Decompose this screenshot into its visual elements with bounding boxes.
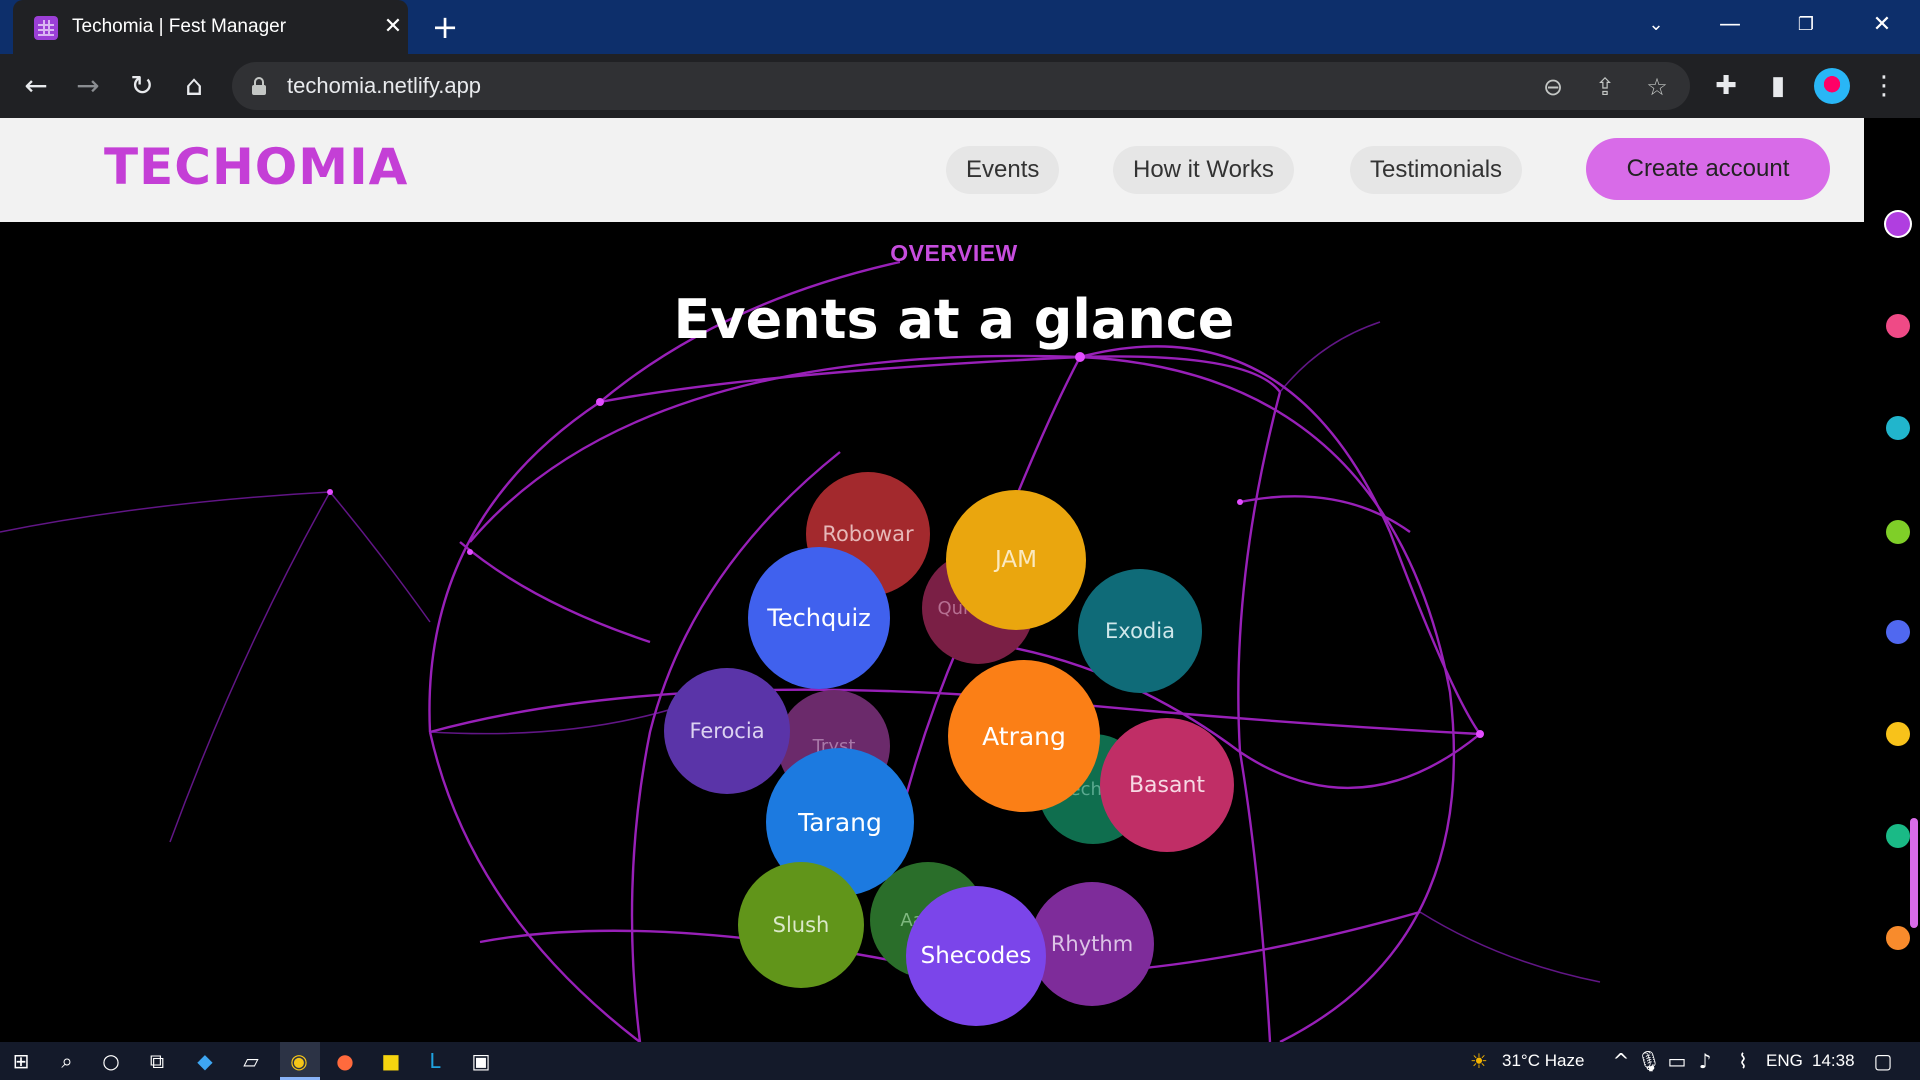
app-grid-icon[interactable]: ▣ <box>466 1046 496 1076</box>
section-navigator <box>1864 118 1920 1042</box>
scrollbar-thumb[interactable] <box>1910 818 1918 928</box>
chrome-icon[interactable]: ◉ <box>284 1046 314 1076</box>
microphone-icon[interactable]: 🎙 <box>1634 1046 1664 1076</box>
side-panel-icon[interactable]: ▮ <box>1762 70 1794 102</box>
section-dot-6[interactable] <box>1886 722 1910 746</box>
tray-chevron-icon[interactable]: ^ <box>1606 1046 1636 1076</box>
task-view-icon[interactable]: ⧉ <box>142 1046 172 1076</box>
event-bubble-atrang[interactable]: Atrang <box>948 660 1100 812</box>
reload-icon[interactable]: ↻ <box>124 68 160 104</box>
section-dot-3[interactable] <box>1886 416 1910 440</box>
section-dot-4[interactable] <box>1886 520 1910 544</box>
profile-avatar[interactable] <box>1814 68 1850 104</box>
volume-icon[interactable]: ♪ <box>1690 1046 1720 1076</box>
address-bar[interactable]: techomia.netlify.app ⊖ ⇪ ☆ <box>232 62 1690 110</box>
star-icon[interactable]: ☆ <box>1642 72 1672 102</box>
terminal-icon[interactable]: ▱ <box>236 1046 266 1076</box>
tab-search-icon[interactable]: ⌄ <box>1636 10 1676 40</box>
clock[interactable]: 14:38 <box>1812 1051 1855 1071</box>
event-bubble-ferocia[interactable]: Ferocia <box>664 668 790 794</box>
browser-tabstrip: Techomia | Fest Manager ✕ + ⌄ — ❐ ✕ <box>0 0 1920 54</box>
section-dot-7[interactable] <box>1886 824 1910 848</box>
event-bubble-slush[interactable]: Slush <box>738 862 864 988</box>
event-bubble-basant[interactable]: Basant <box>1100 718 1234 852</box>
search-icon[interactable]: ⌕ <box>52 1046 82 1076</box>
url-text[interactable]: techomia.netlify.app <box>287 73 481 99</box>
nav-testimonials[interactable]: Testimonials <box>1350 146 1523 194</box>
nav-events[interactable]: Events <box>946 146 1060 194</box>
menu-icon[interactable]: ⋮ <box>1868 70 1900 102</box>
new-tab-icon[interactable]: + <box>430 11 460 43</box>
window-close-icon[interactable]: ✕ <box>1862 10 1902 40</box>
event-bubble-rhythm[interactable]: Rhythm <box>1030 882 1154 1006</box>
share-icon[interactable]: ⇪ <box>1590 72 1620 102</box>
browser-toolbar: ← → ↻ ⌂ techomia.netlify.app ⊖ ⇪ ☆ ✚ ▮ ⋮ <box>0 54 1920 118</box>
zoom-out-icon[interactable]: ⊖ <box>1538 72 1568 102</box>
battery-icon[interactable]: ▭ <box>1662 1046 1692 1076</box>
notifications-icon[interactable]: ▢ <box>1868 1046 1898 1076</box>
weather-icon[interactable]: ☀ <box>1464 1046 1494 1076</box>
wifi-icon[interactable]: ⌇ <box>1728 1046 1758 1076</box>
windows-start-icon[interactable]: ⊞ <box>6 1046 36 1076</box>
sticky-notes-icon[interactable]: ■ <box>376 1046 406 1076</box>
site-logo[interactable]: TECHOMIA <box>104 138 408 196</box>
vscode-icon[interactable]: ◆ <box>190 1046 220 1076</box>
back-icon[interactable]: ← <box>18 68 54 104</box>
cortana-icon[interactable]: ○ <box>96 1046 126 1076</box>
event-bubble-techquiz[interactable]: Techquiz <box>748 547 890 689</box>
weather-text[interactable]: 31°C Haze <box>1502 1051 1584 1071</box>
events-overview-section: OVERVIEW Events at a glance Robowar Quri… <box>0 222 1864 1042</box>
section-dot-5[interactable] <box>1886 620 1910 644</box>
forward-icon[interactable]: → <box>70 68 106 104</box>
event-bubble-exodia[interactable]: Exodia <box>1078 569 1202 693</box>
lock-icon[interactable] <box>252 77 266 95</box>
create-account-button[interactable]: Create account <box>1586 138 1830 200</box>
nav-how-it-works[interactable]: How it Works <box>1113 146 1294 194</box>
windows-taskbar: ⊞ ⌕ ○ ⧉ ◆ ▱ ◉ ● ■ L ▣ ☀ 31°C Haze ^ 🎙 ▭ … <box>0 1042 1920 1080</box>
language-indicator[interactable]: ENG <box>1766 1051 1803 1071</box>
browser-tab[interactable]: Techomia | Fest Manager ✕ <box>13 0 408 54</box>
tab-title: Techomia | Fest Manager <box>72 16 287 37</box>
section-eyebrow: OVERVIEW <box>890 240 1018 266</box>
extensions-icon[interactable]: ✚ <box>1710 70 1742 102</box>
section-dot-8[interactable] <box>1886 926 1910 950</box>
close-tab-icon[interactable]: ✕ <box>379 13 407 41</box>
section-dot-1[interactable] <box>1886 212 1910 236</box>
event-bubble-shecodes[interactable]: Shecodes <box>906 886 1046 1026</box>
app-l-icon[interactable]: L <box>420 1046 450 1076</box>
minimize-icon[interactable]: — <box>1710 10 1750 40</box>
home-icon[interactable]: ⌂ <box>176 68 212 104</box>
section-title: Events at a glance <box>673 288 1235 351</box>
section-dot-2[interactable] <box>1886 314 1910 338</box>
restore-icon[interactable]: ❐ <box>1786 10 1826 40</box>
calendar-icon <box>34 16 58 40</box>
postman-icon[interactable]: ● <box>330 1046 360 1076</box>
site-header: TECHOMIA Events How it Works Testimonial… <box>0 118 1864 222</box>
event-bubble-jam[interactable]: JAM <box>946 490 1086 630</box>
